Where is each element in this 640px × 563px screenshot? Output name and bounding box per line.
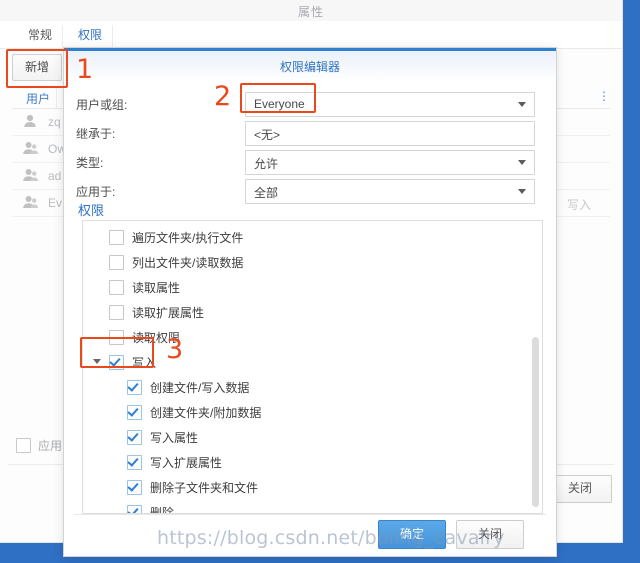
add-button[interactable]: 新增 (12, 54, 62, 81)
field-label: 类型: (76, 156, 104, 170)
tab-general[interactable]: 常规 (18, 25, 64, 47)
permission-label: 写入属性 (150, 431, 199, 445)
field-label: 用户或组: (76, 98, 128, 112)
permission-label: 读取属性 (132, 281, 181, 295)
dialog-title: 权限编辑器 (279, 60, 340, 74)
applies-to-dropdown[interactable]: 全部 (245, 179, 535, 204)
permission-row[interactable]: 读取属性 (83, 274, 542, 299)
column-divider (56, 86, 57, 108)
chevron-down-icon (518, 160, 526, 165)
tab-permissions[interactable]: 权限 (68, 25, 114, 47)
window-title: 属性 (297, 5, 324, 19)
permission-label: 删除 (150, 506, 175, 514)
dialog-close-button[interactable]: 关闭 (456, 520, 524, 549)
ok-button[interactable]: 确定 (378, 520, 446, 549)
permissions-scrollbar-thumb[interactable] (532, 337, 539, 507)
permission-label: 删除子文件夹和文件 (150, 481, 259, 495)
field-label: 继承于: (76, 127, 116, 141)
permission-row[interactable]: 列出文件夹/读取数据 (83, 249, 542, 274)
permission-checkbox[interactable] (127, 405, 142, 420)
user-or-group-dropdown[interactable]: Everyone (245, 92, 535, 117)
field-label: 应用于: (76, 185, 116, 199)
user-icon (22, 113, 38, 129)
permission-row[interactable]: 创建文件/写入数据 (83, 374, 542, 399)
permissions-section-label: 权限 (78, 203, 105, 218)
type-dropdown[interactable]: 允许 (245, 150, 535, 175)
group-icon (22, 167, 38, 183)
permission-checkbox[interactable] (127, 430, 142, 445)
more-vertical-icon[interactable]: ⋮ (598, 90, 610, 104)
permission-row[interactable]: 读取权限 (83, 324, 542, 349)
permission-checkbox[interactable] (127, 480, 142, 495)
permission-label: 读取扩展属性 (132, 306, 205, 320)
permission-row[interactable]: 创建文件夹/附加数据 (83, 399, 542, 424)
permission-row[interactable]: 遍历文件夹/执行文件 (83, 224, 542, 249)
column-header-user: 用户 (26, 92, 51, 106)
permissions-list[interactable]: 遍历文件夹/执行文件 列出文件夹/读取数据 读取属性读取扩展属性 读取权限写入创建文件… (82, 220, 543, 514)
permission-checkbox[interactable] (109, 280, 124, 295)
apply-checkbox-row[interactable]: 应用 (16, 437, 62, 454)
permission-row[interactable]: 写入 (83, 349, 542, 374)
permission-checkbox[interactable] (109, 230, 124, 245)
chevron-down-icon[interactable] (93, 359, 101, 364)
permission-checkbox[interactable] (127, 380, 142, 395)
permission-checkbox[interactable] (127, 505, 142, 513)
field-row-user-or-group: 用户或组: Everyone (64, 92, 556, 117)
permission-checkbox[interactable] (109, 255, 124, 270)
permissions-scrollbar-track[interactable] (532, 222, 541, 512)
tab-bar: 常规 权限 (0, 21, 622, 49)
permission-editor-dialog: 权限编辑器 用户或组: Everyone 继承于: <无> 类型: 允许 应用于… (63, 47, 557, 557)
permission-row[interactable]: 删除 (83, 499, 542, 514)
permission-row[interactable]: 删除子文件夹和文件 (83, 474, 542, 499)
permission-checkbox[interactable] (127, 455, 142, 470)
dialog-footer-divider (74, 514, 546, 515)
group-icon (22, 194, 38, 210)
permission-label: 读取权限 (132, 331, 181, 345)
table-cell-permission: 写入 (567, 198, 592, 212)
permission-label: 写入扩展属性 (150, 456, 223, 470)
group-icon (22, 140, 38, 156)
window-close-button[interactable]: 关闭 (548, 475, 612, 503)
permission-checkbox[interactable] (109, 355, 124, 370)
permission-label: 列出文件夹/读取数据 (132, 256, 244, 270)
table-cell-name: Ev (48, 196, 63, 210)
field-value: 全部 (254, 186, 279, 200)
permission-row[interactable]: 读取扩展属性 (83, 299, 542, 324)
inherited-from-field: <无> (245, 121, 535, 146)
permission-label: 创建文件/写入数据 (150, 381, 250, 395)
permission-label: 创建文件夹/附加数据 (150, 406, 262, 420)
field-value: Everyone (254, 97, 305, 111)
field-value: 允许 (254, 157, 279, 171)
permission-label: 写入 (132, 356, 157, 370)
apply-checkbox[interactable] (16, 438, 31, 453)
apply-checkbox-label: 应用 (38, 439, 63, 453)
permission-row[interactable]: 写入属性 (83, 424, 542, 449)
field-row-applies-to: 应用于: 全部 (64, 179, 556, 204)
permission-label: 遍历文件夹/执行文件 (132, 231, 244, 245)
table-cell-name: zq (48, 115, 61, 129)
permission-row[interactable]: 写入扩展属性 (83, 449, 542, 474)
chevron-down-icon (518, 189, 526, 194)
field-row-inherited-from: 继承于: <无> (64, 121, 556, 146)
table-cell-name: ad (48, 169, 62, 183)
field-row-type: 类型: 允许 (64, 150, 556, 175)
permission-checkbox[interactable] (109, 330, 124, 345)
field-value: <无> (254, 128, 281, 142)
chevron-down-icon (518, 102, 526, 107)
permission-checkbox[interactable] (109, 305, 124, 320)
